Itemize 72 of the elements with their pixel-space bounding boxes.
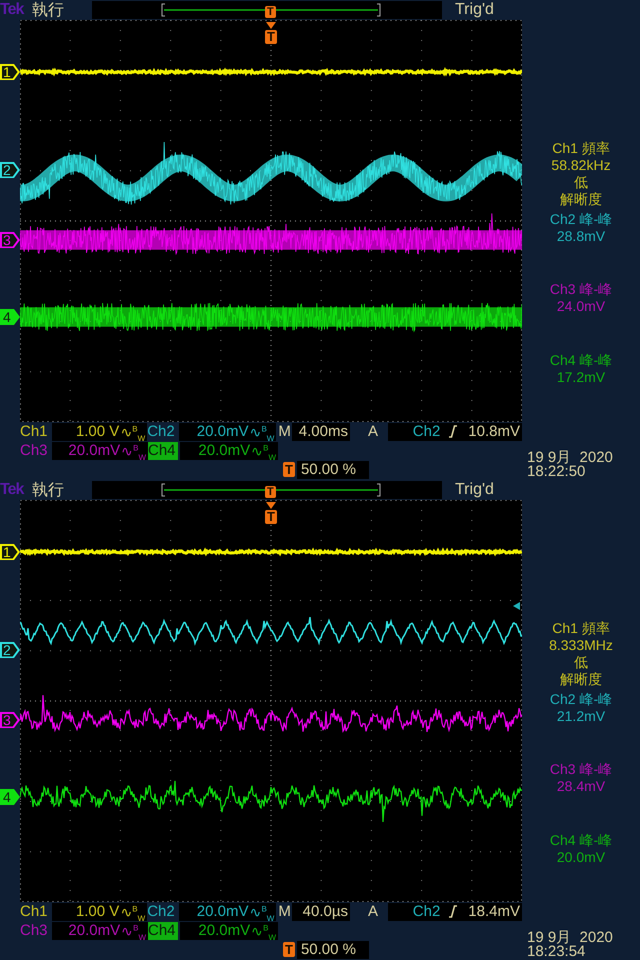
channel-scale: 20.0mV: [68, 442, 120, 460]
channel-marker[interactable]: 1: [0, 544, 20, 560]
date-text: 19 9月 2020: [527, 451, 613, 465]
run-status: 執行: [32, 0, 65, 20]
measurement-label: Ch1 頻率: [552, 620, 610, 637]
channel-label[interactable]: Ch2: [147, 422, 177, 440]
measurement-value: 24.0mV: [556, 298, 606, 315]
measurement-value: 20.0mV: [556, 848, 606, 866]
timebase-value: 40.0µs: [292, 902, 350, 920]
measurement-note: 解晰度: [560, 671, 602, 688]
channel-marker[interactable]: 2: [0, 642, 20, 658]
trigger-position-marker: T: [265, 486, 276, 498]
trigger-mode: A: [368, 903, 380, 920]
channel-scale: 20.0mV: [196, 422, 248, 440]
measurement-label: Ch3 峰-峰: [550, 761, 612, 778]
trigger-position-value: 50.00 %: [296, 460, 369, 478]
channel-marker[interactable]: 4: [0, 789, 20, 805]
channel-marker[interactable]: 3: [0, 232, 20, 248]
measurement-label: Ch4 峰-峰: [550, 352, 612, 368]
brand-logo: Tek: [0, 1, 25, 19]
measurement-note: 低: [574, 174, 588, 191]
measurement-value: 8.333MHz: [549, 637, 613, 654]
trigger-level: 18.4mV: [468, 902, 520, 920]
trigger-source: Ch2: [412, 902, 440, 920]
rising-edge-icon: [448, 905, 458, 918]
measurement-value: 21.2mV: [556, 708, 606, 724]
channel-label[interactable]: Ch1: [20, 422, 50, 440]
measurement-label: Ch1 頻率: [552, 140, 610, 157]
measurement-label: Ch2 峰-峰: [550, 690, 612, 708]
channel-scale: 1.00 V: [76, 422, 120, 440]
trigger-position-marker: T: [283, 942, 295, 957]
measurement-value: 28.4mV: [556, 778, 606, 795]
time-text: 18:23:54: [527, 945, 586, 959]
channel-label[interactable]: Ch4: [148, 442, 178, 460]
trigger-status: Trig'd: [455, 1, 494, 19]
timebase-label: M: [278, 423, 290, 440]
channel-label[interactable]: Ch4: [148, 922, 178, 940]
channel-label[interactable]: Ch1: [20, 902, 50, 920]
trigger-position-marker: T: [283, 462, 295, 477]
measurement-note: 解晰度: [560, 191, 602, 208]
trigger-mode: A: [368, 423, 380, 440]
measurement-note: 低: [574, 654, 588, 671]
time-text: 18:22:50: [527, 465, 586, 479]
timebase-value: 4.00ms: [292, 422, 350, 440]
channel-label[interactable]: Ch2: [147, 902, 177, 920]
channel-marker[interactable]: 2: [0, 162, 20, 178]
date-text: 19 9月 2020: [527, 931, 613, 945]
measurement-label: Ch3 峰-峰: [550, 281, 612, 298]
measurement-label: Ch4 峰-峰: [550, 832, 612, 848]
measurement-label: Ch2 峰-峰: [550, 210, 612, 228]
rising-edge-icon: [448, 425, 458, 438]
trigger-source: Ch2: [412, 422, 440, 440]
down-arrow-icon: [266, 502, 276, 509]
channel-marker[interactable]: 4: [0, 309, 20, 325]
channel-scale: 1.00 V: [76, 902, 120, 920]
trigger-position-value: 50.00 %: [296, 940, 369, 958]
timebase-label: M: [278, 903, 290, 920]
channel-scale: 20.0mV: [198, 442, 250, 460]
trigger-level: 10.8mV: [468, 422, 520, 440]
channel-scale: 20.0mV: [68, 922, 120, 940]
trigger-status: Trig'd: [455, 481, 494, 499]
trigger-position-marker: T: [265, 6, 276, 18]
channel-marker[interactable]: 1: [0, 64, 20, 80]
measurement-value: 28.8mV: [556, 228, 606, 244]
brand-logo: Tek: [0, 481, 25, 499]
run-status: 執行: [32, 480, 65, 500]
measurement-value: 17.2mV: [556, 368, 606, 386]
channel-marker[interactable]: 3: [0, 712, 20, 728]
down-arrow-icon: [266, 22, 276, 29]
channel-scale: 20.0mV: [196, 902, 248, 920]
channel-scale: 20.0mV: [198, 922, 250, 940]
measurement-value: 58.82kHz: [551, 157, 611, 174]
